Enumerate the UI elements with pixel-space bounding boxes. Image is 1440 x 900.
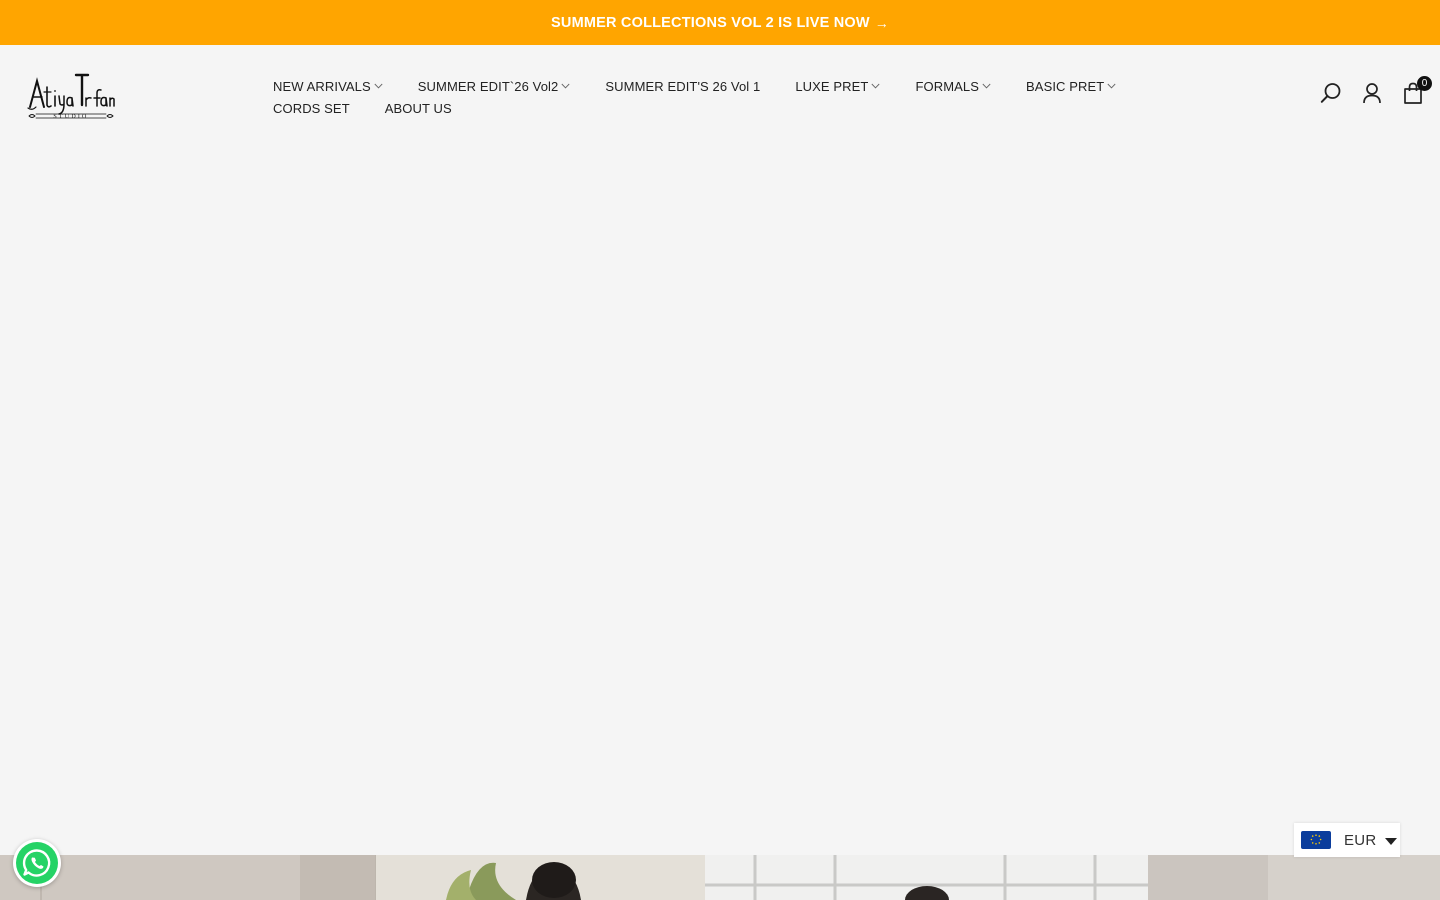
search-icon: [1320, 83, 1341, 103]
nav-item-label: ABOUT US: [384, 100, 452, 116]
nav-item-summer-edit-s-26-vol-1[interactable]: SUMMER EDIT'S 26 Vol 1: [605, 79, 760, 94]
collection-image[interactable]: [1148, 855, 1440, 900]
chevron-down-icon: [871, 83, 881, 89]
account-icon: [1363, 83, 1381, 104]
cart-count-badge: 0: [1417, 76, 1432, 91]
currency-selector[interactable]: EUR: [1294, 823, 1400, 857]
arrow-right-icon: →: [874, 14, 889, 31]
chevron-down-icon: [374, 83, 383, 89]
chevron-down-icon: [1107, 83, 1116, 89]
logo-sub-text: STUDIO: [53, 114, 88, 120]
logo-image: STUDIO: [27, 73, 115, 120]
announcement-text: SUMMER COLLECTIONS VOL 2 IS LIVE NOW: [551, 14, 870, 31]
nav-item-label: NEW ARRIVALS: [273, 78, 371, 94]
nav-item-label: CORDS SET: [273, 100, 350, 116]
collection-photo-4: [1148, 855, 1440, 900]
nav-item-new-arrivals[interactable]: NEW ARRIVALS: [273, 79, 383, 94]
chevron-down-icon: [982, 83, 991, 89]
nav-item-label: SUMMER EDIT`26 Vol2: [417, 78, 559, 94]
nav-item-about-us[interactable]: ABOUT US: [385, 101, 452, 116]
nav-item-summer-edit-26-vol2[interactable]: SUMMER EDIT`26 Vol2: [418, 79, 571, 94]
nav-item-cords-set[interactable]: CORDS SET: [273, 101, 350, 116]
chevron-down-icon: [561, 83, 570, 89]
account-button[interactable]: [1361, 81, 1383, 105]
whatsapp-icon: [16, 842, 58, 884]
caret-down-icon: [1384, 837, 1397, 845]
announcement-bar: SUMMER COLLECTIONS VOL 2 IS LIVE NOW →: [0, 0, 1440, 45]
main-navigation: NEW ARRIVALS SUMMER EDIT`26 Vol2 SUMMER ED…: [273, 75, 1173, 119]
nav-item-label: LUXE PRET: [795, 78, 869, 94]
eu-flag-icon: [1301, 831, 1331, 849]
nav-item-formals[interactable]: FORMALS: [915, 79, 991, 94]
currency-code: EUR: [1344, 831, 1377, 849]
brand-logo[interactable]: STUDIO: [26, 71, 116, 121]
nav-item-basic-pret[interactable]: BASIC PRET: [1026, 79, 1116, 94]
announcement-link[interactable]: SUMMER COLLECTIONS VOL 2 IS LIVE NOW →: [551, 15, 889, 31]
nav-item-label: SUMMER EDIT'S 26 Vol 1: [605, 78, 761, 94]
collection-image-strip: [0, 855, 1440, 900]
nav-item-label: BASIC PRET: [1026, 78, 1105, 94]
site-header: STUDIO NEW ARRIVALS SUMMER EDIT`26 Vol2 SU…: [0, 45, 1440, 145]
search-button[interactable]: [1320, 81, 1342, 105]
collection-image[interactable]: [375, 855, 705, 900]
collection-image[interactable]: [705, 855, 1148, 900]
cart-button[interactable]: 0: [1402, 76, 1432, 105]
nav-row-2: CORDS SET ABOUT US: [273, 97, 1173, 119]
collection-photo-3: [705, 855, 1148, 900]
hero-banner: [0, 145, 1440, 855]
nav-row-1: NEW ARRIVALS SUMMER EDIT`26 Vol2 SUMMER ED…: [273, 75, 1173, 97]
nav-item-label: FORMALS: [915, 78, 980, 94]
header-actions: 0: [1320, 76, 1432, 105]
whatsapp-button[interactable]: [13, 839, 61, 887]
collection-photo-2: [376, 855, 705, 900]
nav-item-luxe-pret[interactable]: LUXE PRET: [795, 78, 881, 94]
